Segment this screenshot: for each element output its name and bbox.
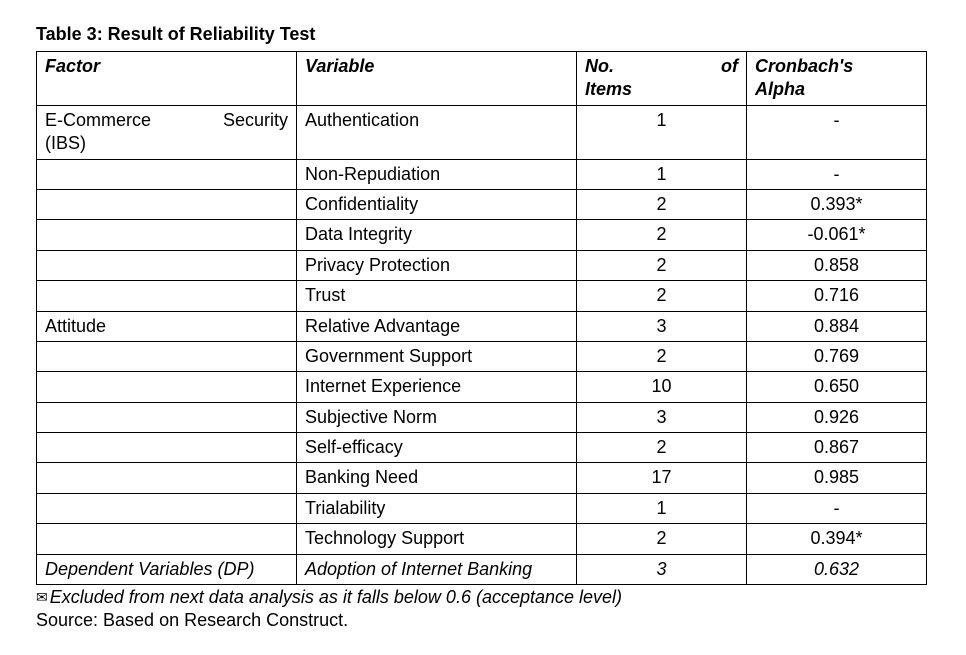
cell-variable: Confidentiality <box>297 189 577 219</box>
header-items-part-a: No. <box>585 55 614 78</box>
cell-items: 1 <box>577 159 747 189</box>
header-items-part-c: Items <box>585 78 738 101</box>
cell-factor <box>37 493 297 523</box>
cell-alpha: 0.650 <box>747 372 927 402</box>
table-header-row: Factor Variable No. of Items Cronbach's … <box>37 52 927 106</box>
cell-alpha: -0.061* <box>747 220 927 250</box>
cell-factor <box>37 159 297 189</box>
cell-variable: Subjective Norm <box>297 402 577 432</box>
header-alpha-part-b: Alpha <box>755 78 918 101</box>
cell-alpha: 0.394* <box>747 524 927 554</box>
table-row: Government Support 2 0.769 <box>37 341 927 371</box>
cell-factor-part-a: E-Commerce <box>45 109 151 132</box>
cell-factor <box>37 281 297 311</box>
cell-alpha: 0.867 <box>747 433 927 463</box>
cell-alpha: 0.858 <box>747 250 927 280</box>
table-row: Technology Support 2 0.394* <box>37 524 927 554</box>
cell-items: 10 <box>577 372 747 402</box>
cell-items: 2 <box>577 341 747 371</box>
cell-factor <box>37 402 297 432</box>
cell-alpha: 0.926 <box>747 402 927 432</box>
cell-factor <box>37 250 297 280</box>
table-row: Internet Experience 10 0.650 <box>37 372 927 402</box>
table-row: Trialability 1 - <box>37 493 927 523</box>
cell-items: 1 <box>577 105 747 159</box>
cell-alpha: - <box>747 159 927 189</box>
cell-items: 3 <box>577 402 747 432</box>
cell-variable: Technology Support <box>297 524 577 554</box>
cell-variable: Privacy Protection <box>297 250 577 280</box>
header-factor: Factor <box>37 52 297 106</box>
cell-variable: Authentication <box>297 105 577 159</box>
cell-items: 2 <box>577 281 747 311</box>
header-alpha-part-a: Cronbach's <box>755 55 918 78</box>
header-items-part-b: of <box>721 55 738 78</box>
table-row: Privacy Protection 2 0.858 <box>37 250 927 280</box>
cell-alpha: 0.716 <box>747 281 927 311</box>
cell-items: 17 <box>577 463 747 493</box>
table-row: Confidentiality 2 0.393* <box>37 189 927 219</box>
header-items: No. of Items <box>577 52 747 106</box>
cell-alpha: 0.393* <box>747 189 927 219</box>
reliability-table: Factor Variable No. of Items Cronbach's … <box>36 51 927 585</box>
cell-items: 2 <box>577 433 747 463</box>
cell-variable: Government Support <box>297 341 577 371</box>
cell-alpha: 0.632 <box>747 554 927 584</box>
table-row: Self-efficacy 2 0.867 <box>37 433 927 463</box>
header-alpha: Cronbach's Alpha <box>747 52 927 106</box>
table-title: Table 3: Result of Reliability Test <box>36 24 930 45</box>
table-row: Data Integrity 2 -0.061* <box>37 220 927 250</box>
cell-factor: Dependent Variables (DP) <box>37 554 297 584</box>
cell-variable: Adoption of Internet Banking <box>297 554 577 584</box>
cell-alpha: 0.985 <box>747 463 927 493</box>
cell-alpha: - <box>747 493 927 523</box>
cell-alpha: 0.884 <box>747 311 927 341</box>
cell-factor: Attitude <box>37 311 297 341</box>
cell-factor <box>37 433 297 463</box>
cell-items: 1 <box>577 493 747 523</box>
cell-items: 2 <box>577 189 747 219</box>
cell-variable: Trialability <box>297 493 577 523</box>
cell-factor <box>37 341 297 371</box>
footnote-text: Excluded from next data analysis as it f… <box>50 587 622 607</box>
cell-items: 2 <box>577 220 747 250</box>
table-row: Dependent Variables (DP) Adoption of Int… <box>37 554 927 584</box>
cell-factor <box>37 220 297 250</box>
cell-factor-part-b: Security <box>223 109 288 132</box>
cell-factor <box>37 189 297 219</box>
table-row: Banking Need 17 0.985 <box>37 463 927 493</box>
table-row: Subjective Norm 3 0.926 <box>37 402 927 432</box>
cell-variable: Trust <box>297 281 577 311</box>
cell-variable: Internet Experience <box>297 372 577 402</box>
table-row: E-Commerce Security (IBS) Authentication… <box>37 105 927 159</box>
cell-alpha: 0.769 <box>747 341 927 371</box>
cell-items: 2 <box>577 524 747 554</box>
table-row: Attitude Relative Advantage 3 0.884 <box>37 311 927 341</box>
cell-items: 3 <box>577 554 747 584</box>
cell-factor <box>37 463 297 493</box>
cell-factor <box>37 372 297 402</box>
table-row: Trust 2 0.716 <box>37 281 927 311</box>
cell-variable: Non-Repudiation <box>297 159 577 189</box>
cell-alpha: - <box>747 105 927 159</box>
cell-factor <box>37 524 297 554</box>
cell-variable: Data Integrity <box>297 220 577 250</box>
source-line: Source: Based on Research Construct. <box>36 610 930 631</box>
envelope-icon: ✉ <box>36 589 48 606</box>
table-row: Non-Repudiation 1 - <box>37 159 927 189</box>
cell-variable: Relative Advantage <box>297 311 577 341</box>
footnote: ✉Excluded from next data analysis as it … <box>36 587 930 608</box>
cell-variable: Self-efficacy <box>297 433 577 463</box>
cell-variable: Banking Need <box>297 463 577 493</box>
cell-factor: E-Commerce Security (IBS) <box>37 105 297 159</box>
cell-items: 3 <box>577 311 747 341</box>
cell-factor-part-c: (IBS) <box>45 132 288 155</box>
cell-items: 2 <box>577 250 747 280</box>
header-variable: Variable <box>297 52 577 106</box>
